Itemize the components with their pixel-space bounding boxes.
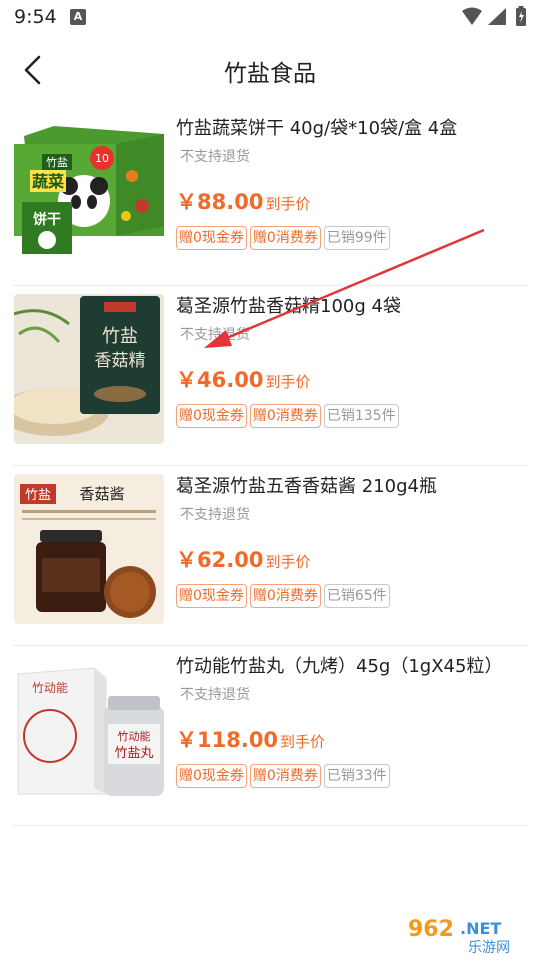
watermark-logo: 962 .NET 乐游网 (408, 917, 510, 954)
svg-text:.NET: .NET (460, 919, 501, 938)
svg-text:乐游网: 乐游网 (468, 940, 510, 954)
svg-text:962: 962 (408, 917, 454, 942)
annotation-arrow-icon (204, 228, 485, 348)
